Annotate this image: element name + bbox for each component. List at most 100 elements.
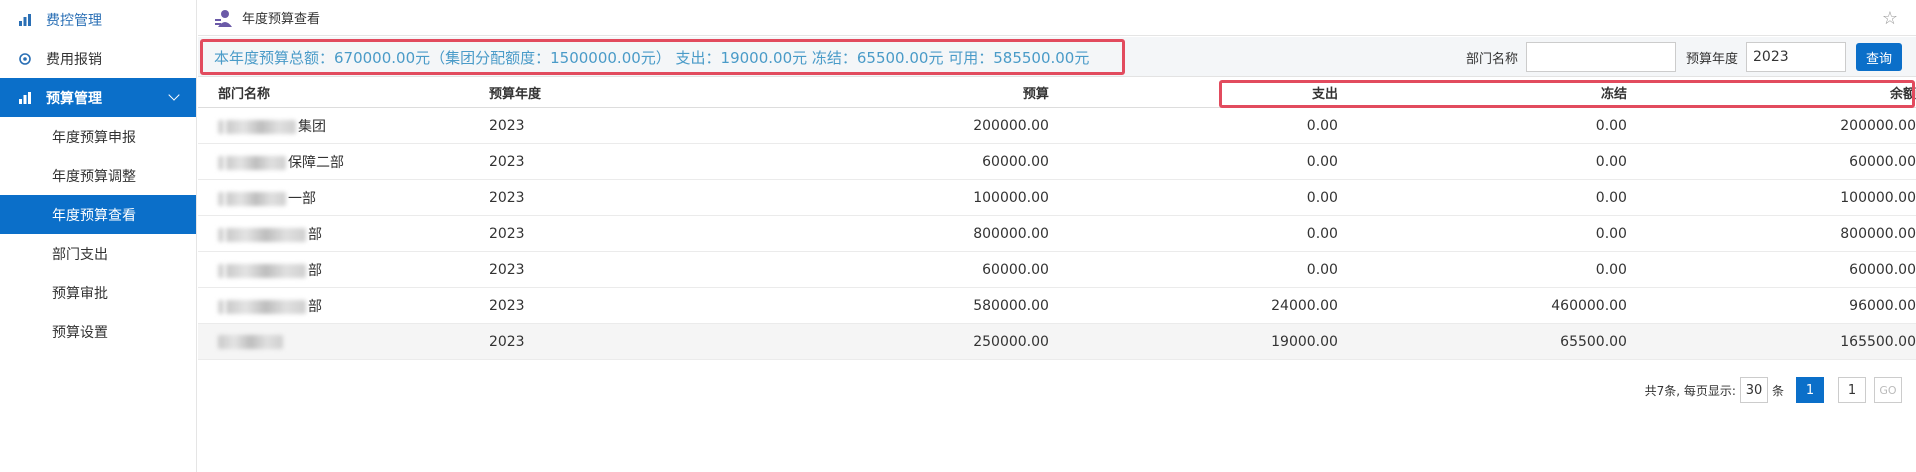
cell-spend: 19000.00 [1271,333,1338,350]
cell-frozen: 460000.00 [1551,297,1627,314]
budget-table: 部门名称 预算年度 预算 支出 冻结 余额 集团 2023 200000.00 0.0… [198,78,1916,360]
cell-spend: 0.00 [1306,225,1338,242]
table-header-row: 部门名称 预算年度 预算 支出 冻结 余额 [198,78,1916,108]
col-header-spend[interactable]: 支出 [1049,83,1338,102]
main-content: 年度预算查看 ☆ 本年度预算总额：670000.00元（集团分配额度：15000… [198,0,1916,472]
table-row[interactable]: 保障二部 2023 60000.00 0.00 0.00 60000.00 [198,144,1916,180]
budget-summary: 本年度预算总额：670000.00元（集团分配额度：1500000.00元） 支… [200,39,1125,75]
sidebar-item-budget-settings[interactable]: 预算设置 [0,312,196,351]
cell-budget: 800000.00 [973,225,1049,242]
col-header-frozen[interactable]: 冻结 [1338,83,1627,102]
cell-dept-name: 部 [198,260,489,280]
redacted-text [226,299,306,314]
dept-name-suffix: 部 [308,298,322,315]
col-header-dept[interactable]: 部门名称 [198,83,489,102]
sidebar: 费控管理 费用报销 预算管理 年度预算申报 年度预算调整 年度预算查看 部门支出… [0,0,197,472]
cell-balance: 100000.00 [1840,189,1916,206]
cell-frozen: 0.00 [1595,225,1627,242]
redacted-text [226,227,306,242]
cell-budget: 60000.00 [982,153,1049,170]
page-button-current[interactable]: 1 [1796,377,1824,403]
redacted-text [226,191,286,206]
cell-frozen: 0.00 [1595,153,1627,170]
nav-group-label: 费用报销 [46,51,102,68]
redacted-text [218,155,224,170]
sidebar-item-dept-expense[interactable]: 部门支出 [0,234,196,273]
nav-group-budget[interactable]: 预算管理 [0,78,196,117]
cell-dept-name: 部 [198,224,489,244]
cell-spend: 24000.00 [1271,297,1338,314]
star-icon[interactable]: ☆ [1882,8,1898,29]
cell-dept-name: 保障二部 [198,152,489,172]
dept-name-suffix: 部 [308,262,322,279]
cell-year: 2023 [488,117,525,134]
chart-icon [18,91,32,105]
page-header: 年度预算查看 [198,0,1916,36]
nav-group-fee-control[interactable]: 费控管理 [0,0,196,39]
cell-frozen: 0.00 [1595,189,1627,206]
page-size-input[interactable]: 30 [1739,377,1768,403]
cell-balance: 800000.00 [1840,225,1916,242]
nav-group-label: 费控管理 [46,12,102,29]
dept-name-suffix: 一部 [288,190,316,207]
dept-name-suffix: 部 [308,226,322,243]
redacted-text [218,299,224,314]
cell-balance: 60000.00 [1849,153,1916,170]
pager-total-text: 共7条, 每页显示: [1644,383,1736,398]
sidebar-item-annual-budget-adjust[interactable]: 年度预算调整 [0,156,196,195]
dept-name-suffix: 保障二部 [288,154,344,171]
cell-frozen: 0.00 [1595,261,1627,278]
cell-year: 2023 [488,261,525,278]
cell-budget: 100000.00 [973,189,1049,206]
redacted-text [218,119,224,134]
cell-spend: 0.00 [1306,261,1338,278]
redacted-text [218,227,224,242]
dept-name-input[interactable] [1525,42,1676,72]
cell-balance: 96000.00 [1849,297,1916,314]
budget-year-label: 预算年度 [1685,51,1738,67]
filter-bar: 部门名称 预算年度 2023 查询 [1466,42,1902,72]
nav-group-expense[interactable]: 费用报销 [0,39,196,78]
cell-frozen: 65500.00 [1560,333,1627,350]
go-button[interactable]: GO [1874,377,1902,403]
user-icon [214,8,234,28]
budget-year-input[interactable]: 2023 [1746,42,1846,72]
query-button[interactable]: 查询 [1856,43,1902,71]
nav-group-label: 预算管理 [46,90,102,107]
cell-balance: 165500.00 [1840,333,1916,350]
cell-budget: 60000.00 [982,261,1049,278]
cell-budget: 200000.00 [973,117,1049,134]
table-row[interactable]: 部 2023 60000.00 0.00 0.00 60000.00 [198,252,1916,288]
table-row[interactable]: 部 2023 580000.00 24000.00 460000.00 96000.00 [198,288,1916,324]
chevron-down-icon [168,89,180,101]
redacted-text [226,155,286,170]
sidebar-item-annual-budget-view[interactable]: 年度预算查看 [0,195,196,234]
pager-unit: 条 [1771,383,1784,398]
cell-year: 2023 [488,189,525,206]
cell-dept-name: 一部 [198,188,489,208]
cell-budget: 580000.00 [973,297,1049,314]
dept-name-label: 部门名称 [1465,51,1518,67]
table-row[interactable]: 2023 250000.00 19000.00 65500.00 165500.00 [198,324,1916,360]
sidebar-item-budget-approval[interactable]: 预算审批 [0,273,196,312]
cell-dept-name: 部 [198,296,489,316]
table-row[interactable]: 部 2023 800000.00 0.00 0.00 800000.00 [198,216,1916,252]
redacted-text [226,263,306,278]
redacted-text [226,119,296,134]
page-jump-input[interactable]: 1 [1838,377,1866,403]
cell-year: 2023 [488,225,525,242]
dept-name-suffix: 集团 [298,118,326,135]
cell-year: 2023 [488,333,525,350]
page-title: 年度预算查看 [242,12,321,27]
cell-spend: 0.00 [1306,189,1338,206]
col-header-year[interactable]: 预算年度 [489,83,706,102]
col-header-balance[interactable]: 余额 [1627,83,1916,102]
cell-dept-name: 集团 [198,116,489,136]
chart-icon [18,13,32,27]
col-header-budget[interactable]: 预算 [706,83,1049,102]
table-row[interactable]: 集团 2023 200000.00 0.00 0.00 200000.00 [198,108,1916,144]
toolbar: 本年度预算总额：670000.00元（集团分配额度：1500000.00元） 支… [198,37,1916,77]
sidebar-item-annual-budget-declare[interactable]: 年度预算申报 [0,117,196,156]
table-row[interactable]: 一部 2023 100000.00 0.00 0.00 100000.00 [198,180,1916,216]
redacted-text [218,334,283,349]
